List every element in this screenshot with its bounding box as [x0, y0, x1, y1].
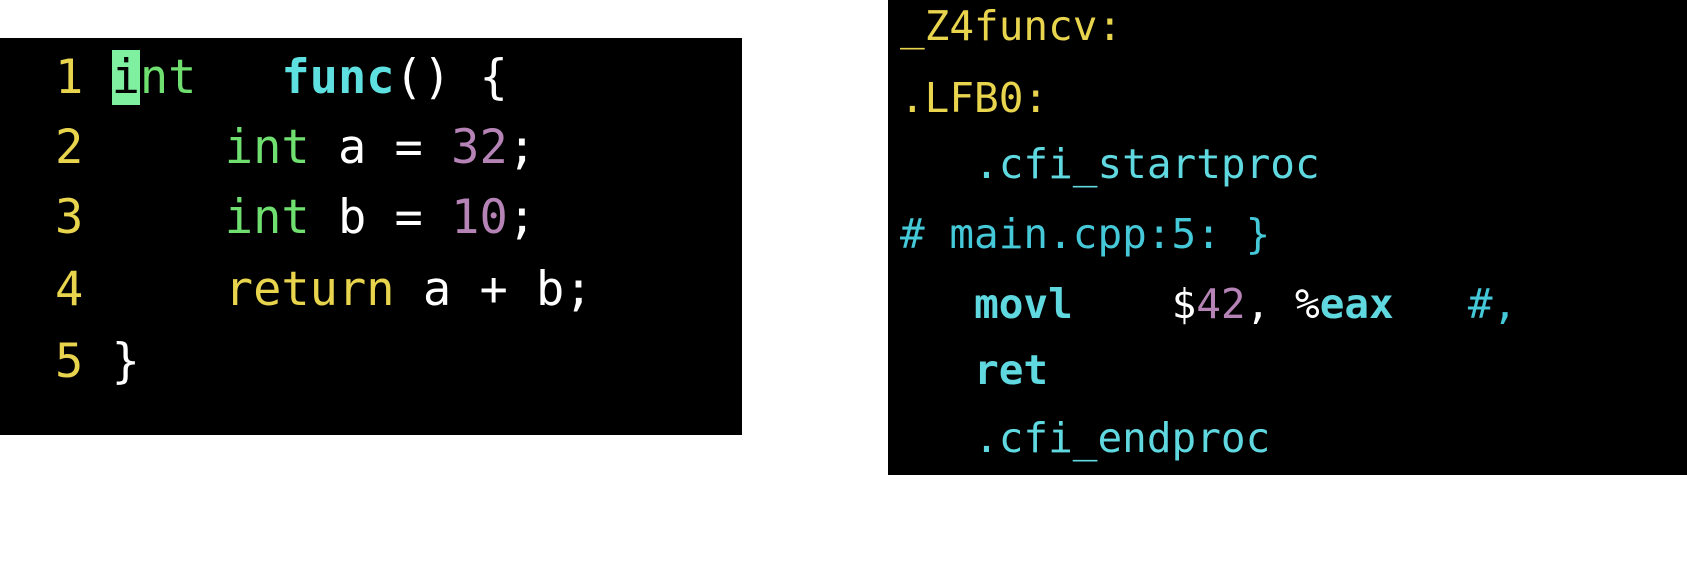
source-line-2[interactable]: 2 int a = 32;: [55, 108, 536, 188]
asm-line-comment: # main.cpp:5: }: [900, 198, 1270, 270]
asm-line-movl: movl $42, %eax #,: [900, 268, 1517, 340]
line-number: 2: [55, 120, 84, 175]
register: eax: [1319, 280, 1394, 328]
source-editor-pane[interactable]: 1 int func() { 2 int a = 32; 3 int b = 1…: [0, 38, 742, 435]
asm-instruction: ret: [974, 346, 1049, 394]
source-line-4[interactable]: 4 return a + b;: [55, 250, 593, 330]
asm-label: _Z4funcv:: [900, 2, 1123, 50]
source-line-1[interactable]: 1 int func() {: [55, 38, 508, 118]
source-line-3[interactable]: 3 int b = 10;: [55, 178, 536, 258]
asm-comment: # main.cpp:5: }: [900, 210, 1271, 258]
asm-directive: .cfi_startproc: [974, 140, 1320, 188]
type-keyword: nt: [139, 50, 197, 105]
function-name: func: [281, 50, 395, 105]
asm-line-label-func: _Z4funcv:: [900, 0, 1122, 62]
asm-directive: .cfi_endproc: [974, 414, 1271, 462]
number-literal: 10: [451, 190, 508, 245]
asm-instruction: movl: [974, 280, 1073, 328]
type-keyword: int: [224, 120, 310, 175]
semicolon: ;: [507, 120, 537, 175]
signature-rest: () {: [394, 50, 508, 105]
semicolon: ;: [507, 190, 537, 245]
line-number: 1: [55, 50, 84, 105]
line-number: 5: [55, 334, 84, 389]
operand-separator: , %: [1245, 280, 1320, 328]
return-expression: a + b;: [394, 262, 593, 317]
text-cursor: i: [111, 50, 140, 105]
type-keyword: int: [224, 190, 310, 245]
asm-line-ret: ret: [900, 334, 1048, 406]
line-number: 4: [55, 262, 84, 317]
trailing-comment: #,: [1467, 280, 1518, 328]
asm-line-cfi-end: .cfi_endproc: [900, 402, 1270, 474]
number-literal: 32: [451, 120, 508, 175]
asm-line-label-lfb: .LFB0:: [900, 62, 1048, 134]
assignment: b =: [309, 190, 452, 245]
assembly-output-pane[interactable]: _Z4funcv: .LFB0: .cfi_startproc # main.c…: [888, 0, 1687, 475]
line-number: 3: [55, 190, 84, 245]
source-line-5[interactable]: 5 }: [55, 322, 140, 402]
immediate-prefix: $: [1171, 280, 1197, 328]
immediate-value: 42: [1196, 280, 1246, 328]
return-keyword: return: [224, 262, 395, 317]
asm-line-cfi-start: .cfi_startproc: [900, 128, 1320, 200]
closing-brace: }: [111, 334, 140, 389]
assignment: a =: [309, 120, 452, 175]
asm-label: .LFB0:: [900, 74, 1049, 122]
